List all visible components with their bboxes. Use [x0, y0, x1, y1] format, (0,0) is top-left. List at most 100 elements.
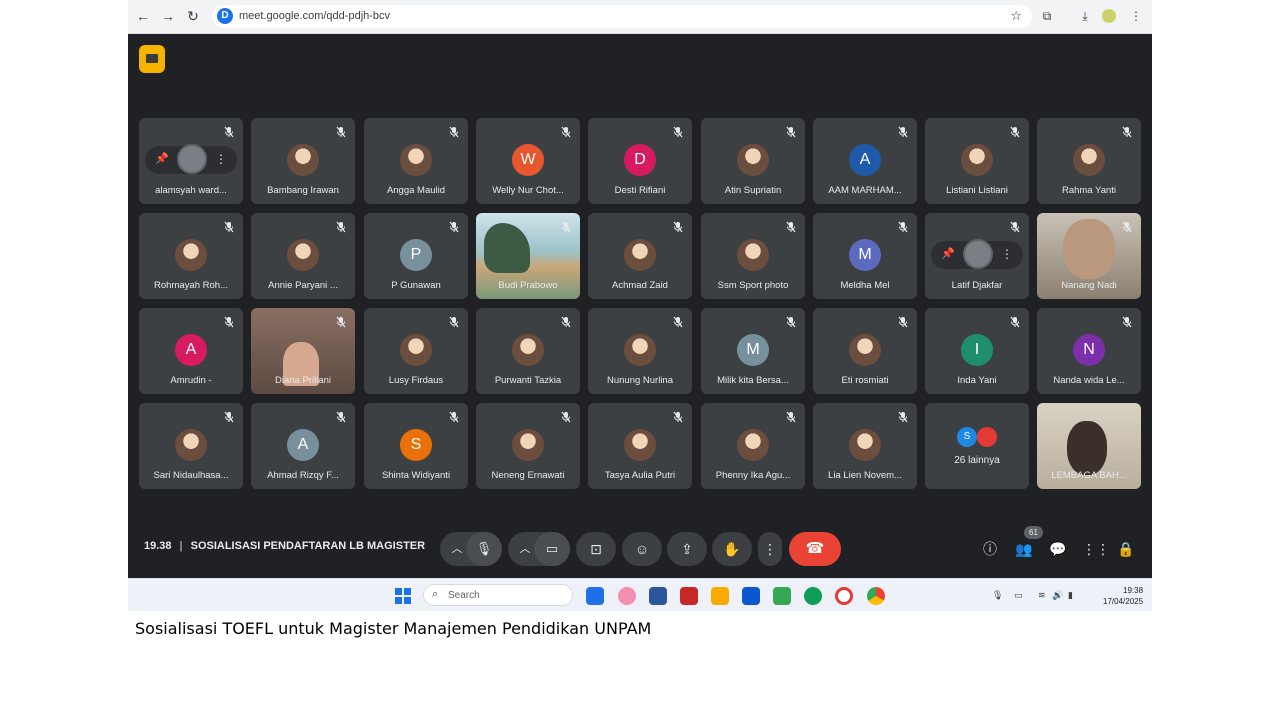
participant-photo-avatar [175, 429, 207, 461]
extensions-icon[interactable]: ⧉ [1039, 8, 1055, 24]
participant-tile[interactable]: Sari Nidaulhasa... [139, 403, 243, 489]
activities-icon[interactable]: ⋮⋮ [1082, 539, 1110, 559]
camera-button[interactable]: ▭ [534, 532, 570, 566]
participant-photo-avatar [849, 334, 881, 366]
bookmark-star-icon[interactable]: ☆ [1010, 8, 1022, 24]
forward-icon[interactable]: → [159, 7, 177, 25]
participant-tile[interactable]: Atin Supriatin [701, 118, 805, 204]
participant-tile[interactable]: Purwanti Tazkia [476, 308, 580, 394]
office-app-icon[interactable] [680, 587, 698, 605]
host-controls-icon[interactable]: 🔒 [1116, 539, 1136, 559]
microphone-tray-icon[interactable]: 🎙 [992, 590, 1003, 600]
participant-tile[interactable]: N Nanda wida Le... [1037, 308, 1141, 394]
edge-browser-icon[interactable] [804, 587, 822, 605]
copilot-app-icon[interactable] [618, 587, 636, 605]
muted-mic-icon [449, 316, 459, 328]
present-button[interactable]: ⇪ [667, 532, 707, 566]
participant-photo-avatar [849, 429, 881, 461]
battery-icon[interactable]: ▮ [1068, 590, 1078, 600]
download-icon[interactable]: ⤓ [1077, 8, 1093, 24]
participant-tile[interactable]: Listiani Listiani [925, 118, 1029, 204]
tile-more-options-icon[interactable]: ⋮ [215, 152, 227, 166]
participant-tile[interactable]: A Amrudin - [139, 308, 243, 394]
participant-tile[interactable]: A Ahmad Rizqy F... [251, 403, 355, 489]
wifi-icon[interactable]: ≋ [1038, 590, 1048, 600]
participant-tile[interactable]: Diana Priliani [251, 308, 355, 394]
mic-options-chevron-icon[interactable]: ︿ [446, 532, 468, 566]
camera-options-chevron-icon[interactable]: ︿ [514, 532, 536, 566]
profile-avatar-icon[interactable] [1102, 9, 1116, 23]
participant-avatar: P [400, 239, 432, 271]
muted-mic-icon [561, 221, 571, 233]
participant-name: Bambang Irawan [267, 185, 339, 196]
clock[interactable]: 19:38 17/04/2025 [1103, 585, 1143, 607]
participant-name: Meldha Mel [840, 280, 890, 291]
participant-tile[interactable]: Angga Maulid [364, 118, 468, 204]
meeting-details-icon[interactable]: ⓘ [980, 539, 1000, 559]
reload-icon[interactable]: ↻ [184, 7, 202, 25]
participant-tile[interactable]: A AAM MARHAM... [813, 118, 917, 204]
people-icon[interactable]: 👥 [1014, 539, 1034, 559]
participant-name: Annie Paryani ... [268, 280, 338, 291]
captions-button[interactable]: ⊡ [576, 532, 616, 566]
participant-tile[interactable]: 📌 ⋮ Latif Djakfar [925, 213, 1029, 299]
muted-mic-icon [449, 221, 459, 233]
participant-tile[interactable]: Annie Paryani ... [251, 213, 355, 299]
windows-start-icon[interactable] [395, 588, 411, 604]
menu-dots-icon[interactable]: ⋮ [1128, 8, 1144, 24]
taskbar-search[interactable]: ⌕ Search [423, 584, 573, 606]
file-explorer-icon[interactable] [711, 587, 729, 605]
word-app-icon[interactable] [649, 587, 667, 605]
participant-tile[interactable]: Eti rosmiati [813, 308, 917, 394]
emoji-button[interactable]: ☺ [622, 532, 662, 566]
chrome-browser-icon[interactable] [867, 587, 885, 605]
participant-tile[interactable]: Nanang Nadi [1037, 213, 1141, 299]
participant-name: Welly Nur Chot... [492, 185, 564, 196]
url-text[interactable]: meet.google.com/qdd-pdjh-bcv [239, 10, 390, 22]
participant-tile[interactable]: LEMBAGA BAH... [1037, 403, 1141, 489]
chat-icon[interactable]: 💬 [1048, 539, 1068, 559]
participant-tile[interactable]: Rahma Yanti [1037, 118, 1141, 204]
participant-tile[interactable]: M Meldha Mel [813, 213, 917, 299]
participant-tile[interactable]: S Shinta Widiyanti [364, 403, 468, 489]
raise-hand-button[interactable]: ✋ [712, 532, 752, 566]
participant-name: Ssm Sport photo [717, 280, 789, 291]
mic-button[interactable]: 🎙 [466, 532, 502, 566]
participant-tile[interactable]: Budi Prabowo [476, 213, 580, 299]
participant-name: Neneng Ernawati [491, 470, 565, 481]
volume-icon[interactable]: 🔊 [1052, 590, 1063, 600]
photos-app-icon[interactable] [773, 587, 791, 605]
participant-tile[interactable]: S 26 lainnya [925, 403, 1029, 489]
participant-tile[interactable]: Rohmayah Roh... [139, 213, 243, 299]
end-call-button[interactable]: ☎ [789, 532, 841, 566]
address-bar[interactable]: D meet.google.com/qdd-pdjh-bcv ☆ [212, 5, 1032, 28]
store-app-icon[interactable] [742, 587, 760, 605]
more-options-button[interactable]: ⋮ [758, 532, 782, 566]
participant-tile[interactable]: I Inda Yani [925, 308, 1029, 394]
participant-tile[interactable]: Achmad Zaid [588, 213, 692, 299]
opera-browser-icon[interactable] [835, 587, 853, 605]
tile-more-options-icon[interactable]: ⋮ [1001, 247, 1013, 261]
participant-tile[interactable]: 📌 ⋮ alamsyah ward... [139, 118, 243, 204]
pin-icon[interactable]: 📌 [155, 152, 169, 166]
participant-tile[interactable]: Phenny Ika Agu... [701, 403, 805, 489]
muted-mic-icon [1010, 126, 1020, 138]
taskview-app-icon[interactable] [586, 587, 604, 605]
participant-name: Tasya Aulia Putri [604, 470, 676, 481]
display-tray-icon[interactable]: ▭ [1014, 590, 1024, 600]
muted-mic-icon [449, 411, 459, 423]
pin-icon[interactable]: 📌 [941, 247, 955, 261]
participant-tile[interactable]: Ssm Sport photo [701, 213, 805, 299]
separator: | [179, 540, 183, 552]
participant-tile[interactable]: Tasya Aulia Putri [588, 403, 692, 489]
participant-tile[interactable]: P P Gunawan [364, 213, 468, 299]
participant-tile[interactable]: Neneng Ernawati [476, 403, 580, 489]
participant-tile[interactable]: Nunung Nurlina [588, 308, 692, 394]
participant-tile[interactable]: Bambang Irawan [251, 118, 355, 204]
participant-tile[interactable]: Lia Lien Novem... [813, 403, 917, 489]
participant-tile[interactable]: D Desti Rifiani [588, 118, 692, 204]
participant-tile[interactable]: W Welly Nur Chot... [476, 118, 580, 204]
participant-tile[interactable]: M Milik kita Bersa... [701, 308, 805, 394]
participant-tile[interactable]: Lusy Firdaus [364, 308, 468, 394]
back-icon[interactable]: ← [134, 7, 152, 25]
